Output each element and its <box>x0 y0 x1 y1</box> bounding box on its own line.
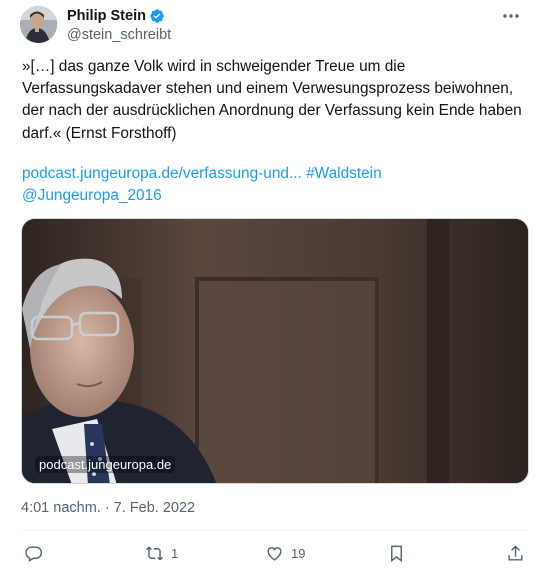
share-icon <box>508 544 523 561</box>
tweet-text: »[…] das ganze Volk wird in schweigender… <box>22 58 522 142</box>
retweet-icon <box>146 546 163 560</box>
tweet-links: podcast.jungeuropa.de/verfassung-und... … <box>22 163 522 207</box>
retweet-button[interactable]: 1 <box>145 540 178 566</box>
like-count: 19 <box>291 545 306 561</box>
author-name-row: Philip Stein <box>67 7 171 25</box>
reply-button[interactable] <box>24 540 43 566</box>
external-link[interactable]: podcast.jungeuropa.de/verfassung-und... <box>22 165 302 182</box>
action-bar: 1 19 <box>20 540 530 566</box>
share-button[interactable] <box>506 540 525 566</box>
heart-icon <box>267 546 282 561</box>
portrait-photo <box>22 219 528 483</box>
author-block: Philip Stein @stein_schreibt <box>67 7 171 43</box>
like-button[interactable]: 19 <box>265 540 305 566</box>
divider <box>21 530 529 531</box>
author-name[interactable]: Philip Stein <box>67 8 146 24</box>
link-card-image[interactable]: podcast.jungeuropa.de <box>21 218 529 484</box>
author-handle[interactable]: @stein_schreibt <box>67 27 171 43</box>
avatar[interactable] <box>20 6 57 43</box>
hashtag-link[interactable]: #Waldstein <box>306 165 382 182</box>
media-domain-label: podcast.jungeuropa.de <box>35 456 176 473</box>
mention-link[interactable]: @Jungeuropa_2016 <box>22 187 162 204</box>
more-options-icon[interactable] <box>499 6 523 26</box>
timestamp[interactable]: 4:01 nachm. · 7. Feb. 2022 <box>21 500 195 516</box>
reply-icon <box>25 545 43 562</box>
tweet: Philip Stein @stein_schreibt »[…] das ga… <box>0 0 535 572</box>
bookmark-icon <box>391 545 402 562</box>
verified-badge-icon[interactable] <box>149 8 165 24</box>
bookmark-button[interactable] <box>387 540 406 566</box>
retweet-count: 1 <box>171 545 179 561</box>
